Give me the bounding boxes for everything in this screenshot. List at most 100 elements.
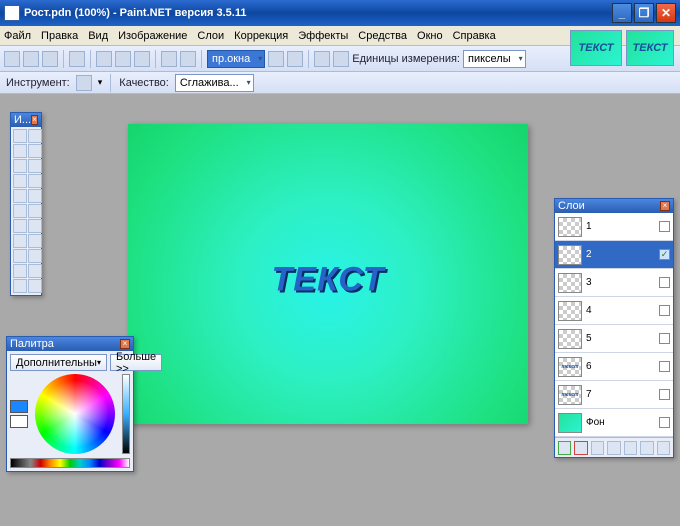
value-slider[interactable] — [122, 374, 130, 454]
new-icon[interactable] — [4, 51, 20, 67]
primary-color[interactable] — [10, 400, 28, 413]
menu-window[interactable]: Окно — [417, 30, 443, 42]
tool-magic-wand[interactable] — [13, 174, 27, 188]
layer-duplicate-icon[interactable] — [591, 441, 604, 455]
copy-icon[interactable] — [115, 51, 131, 67]
minimize-button[interactable]: _ — [612, 3, 632, 23]
close-icon[interactable]: × — [31, 115, 38, 125]
tools-panel-title[interactable]: И... × — [11, 113, 41, 127]
undo-icon[interactable] — [161, 51, 177, 67]
tool-recolor[interactable] — [28, 234, 42, 248]
canvas[interactable]: ТЕКСТ — [128, 124, 528, 424]
layer-row[interactable]: текст6 — [555, 353, 673, 381]
layer-visible-checkbox[interactable] — [659, 389, 670, 400]
layers-toolbar — [555, 437, 673, 457]
layers-title[interactable]: Слои × — [555, 199, 673, 213]
layer-visible-checkbox[interactable] — [659, 361, 670, 372]
close-button[interactable]: ✕ — [656, 3, 676, 23]
layer-thumb — [558, 217, 582, 237]
open-icon[interactable] — [23, 51, 39, 67]
tool-line[interactable] — [28, 249, 42, 263]
layer-visible-checkbox[interactable] — [659, 305, 670, 316]
tool-brush[interactable] — [13, 204, 27, 218]
layer-thumb — [558, 301, 582, 321]
grid-icon[interactable] — [314, 51, 330, 67]
layer-name: 5 — [586, 333, 655, 344]
close-icon[interactable]: × — [120, 339, 130, 349]
layer-name: 3 — [586, 277, 655, 288]
tool-gradient[interactable] — [28, 189, 42, 203]
redo-icon[interactable] — [180, 51, 196, 67]
menu-file[interactable]: Файл — [4, 30, 31, 42]
tool-zoom[interactable] — [28, 159, 42, 173]
current-tool-icon[interactable] — [76, 75, 92, 91]
tool-lasso[interactable] — [13, 144, 27, 158]
cut-icon[interactable] — [96, 51, 112, 67]
tool-move-selection[interactable] — [28, 144, 42, 158]
tool-pan[interactable] — [28, 174, 42, 188]
layer-merge-icon[interactable] — [607, 441, 620, 455]
layer-row[interactable]: текст7 — [555, 381, 673, 409]
tool-clone[interactable] — [13, 234, 27, 248]
menu-help[interactable]: Справка — [453, 30, 496, 42]
tool-fill[interactable] — [13, 189, 27, 203]
layer-add-icon[interactable] — [558, 441, 571, 455]
palette-mode-dropdown[interactable]: Дополнительны — [10, 354, 107, 371]
maximize-button[interactable]: ❐ — [634, 3, 654, 23]
layer-name: 6 — [586, 361, 655, 372]
secondary-color[interactable] — [10, 415, 28, 428]
quality-dropdown[interactable]: Сглажива... — [175, 74, 254, 92]
menu-adjustments[interactable]: Коррекция — [234, 30, 288, 42]
palette-strip[interactable] — [10, 458, 130, 468]
tool-ellipse[interactable] — [13, 279, 27, 293]
tool-eraser[interactable] — [28, 204, 42, 218]
layer-visible-checkbox[interactable] — [659, 277, 670, 288]
zoom-out-icon[interactable] — [287, 51, 303, 67]
layer-row[interactable]: 2 — [555, 241, 673, 269]
menu-effects[interactable]: Эффекты — [298, 30, 348, 42]
layer-delete-icon[interactable] — [574, 441, 587, 455]
layer-row[interactable]: Фон — [555, 409, 673, 437]
tool-freeform[interactable] — [28, 279, 42, 293]
tool-text[interactable] — [13, 249, 27, 263]
layer-visible-checkbox[interactable] — [659, 249, 670, 260]
tool-rectangle-select[interactable] — [13, 129, 27, 143]
doc-thumb-1[interactable]: ТЕКСТ — [570, 30, 622, 66]
color-wheel[interactable] — [35, 374, 115, 454]
zoom-dropdown[interactable]: пр.окна — [207, 50, 265, 68]
tool-move[interactable] — [28, 129, 42, 143]
save-icon[interactable] — [42, 51, 58, 67]
layer-visible-checkbox[interactable] — [659, 333, 670, 344]
paste-icon[interactable] — [134, 51, 150, 67]
units-dropdown[interactable]: пикселы — [463, 50, 526, 68]
tool-ellipse-select[interactable] — [13, 159, 27, 173]
menu-view[interactable]: Вид — [88, 30, 108, 42]
layer-row[interactable]: 5 — [555, 325, 673, 353]
menu-layers[interactable]: Слои — [197, 30, 224, 42]
doc-thumb-2[interactable]: ТЕКСТ — [626, 30, 674, 66]
menu-edit[interactable]: Правка — [41, 30, 78, 42]
palette-more-button[interactable]: Больше >> — [110, 354, 162, 371]
tool-rounded-rect[interactable] — [28, 264, 42, 278]
layer-row[interactable]: 4 — [555, 297, 673, 325]
layer-row[interactable]: 3 — [555, 269, 673, 297]
separator — [90, 50, 91, 68]
layer-down-icon[interactable] — [640, 441, 653, 455]
menu-tools[interactable]: Средства — [358, 30, 407, 42]
menu-image[interactable]: Изображение — [118, 30, 187, 42]
tool-pencil[interactable] — [13, 219, 27, 233]
titlebar: Рост.pdn (100%) - Paint.NET версия 3.5.1… — [0, 0, 680, 26]
layer-name: 2 — [586, 249, 655, 260]
layer-visible-checkbox[interactable] — [659, 417, 670, 428]
tool-rectangle[interactable] — [13, 264, 27, 278]
layer-visible-checkbox[interactable] — [659, 221, 670, 232]
layer-properties-icon[interactable] — [657, 441, 670, 455]
zoom-in-icon[interactable] — [268, 51, 284, 67]
close-icon[interactable]: × — [660, 201, 670, 211]
palette-title[interactable]: Палитра × — [7, 337, 133, 351]
layer-up-icon[interactable] — [624, 441, 637, 455]
layer-row[interactable]: 1 — [555, 213, 673, 241]
tool-color-picker[interactable] — [28, 219, 42, 233]
print-icon[interactable] — [69, 51, 85, 67]
ruler-icon[interactable] — [333, 51, 349, 67]
